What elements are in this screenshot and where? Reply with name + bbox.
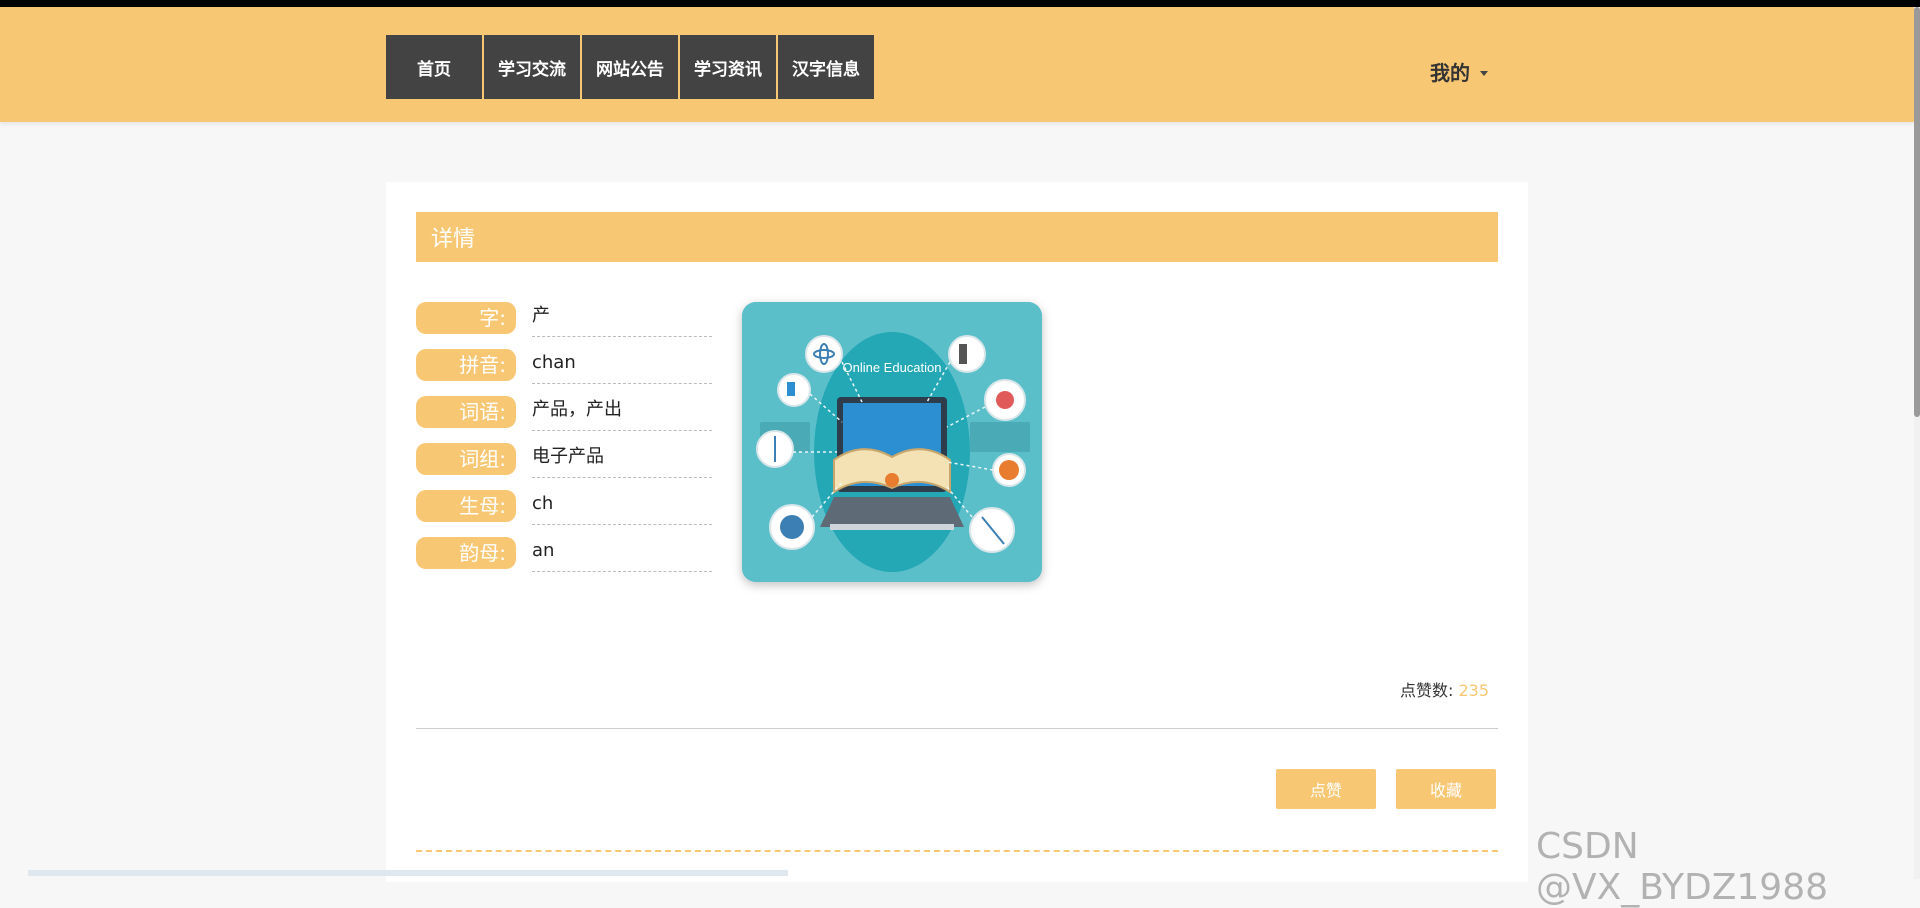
main-nav: 首页 学习交流 网站公告 学习资讯 汉字信息 (386, 35, 874, 99)
horizontal-scrollbar[interactable] (28, 870, 788, 876)
field-label: 韵母: (416, 537, 516, 569)
field-label: 拼音: (416, 349, 516, 381)
section-title: 详情 (416, 212, 1498, 262)
field-value: 电子产品 (532, 443, 712, 478)
field-character: 字: 产 (416, 302, 716, 342)
nav-study-exchange[interactable]: 学习交流 (484, 35, 580, 99)
field-value: 产 (532, 302, 712, 337)
nav-announcements[interactable]: 网站公告 (582, 35, 678, 99)
image-caption: Online Education (842, 360, 941, 375)
scrollbar-thumb[interactable] (1914, 7, 1920, 417)
nav-character-info[interactable]: 汉字信息 (778, 35, 874, 99)
field-value: 产品，产出 (532, 396, 712, 431)
field-initial: 生母: ch (416, 490, 716, 530)
header: 首页 学习交流 网站公告 学习资讯 汉字信息 我的 (0, 7, 1914, 122)
likes-label: 点赞数: (1400, 681, 1454, 700)
character-image: Online Education (742, 302, 1042, 582)
field-value: an (532, 537, 712, 572)
likes-count: 235 (1458, 681, 1490, 700)
field-value: ch (532, 490, 712, 525)
field-final: 韵母: an (416, 537, 716, 577)
detail-card: 详情 字: 产 拼音: chan 词语: 产品，产出 词组: 电子产品 生母: … (386, 182, 1528, 882)
top-border (0, 0, 1920, 7)
field-pinyin: 拼音: chan (416, 349, 716, 389)
watermark-text: CSDN @VX_BYDZ1988 (1536, 826, 1829, 908)
divider (416, 728, 1498, 729)
caret-down-icon (1480, 71, 1488, 76)
field-words: 词语: 产品，产出 (416, 396, 716, 436)
field-label: 词组: (416, 443, 516, 475)
nav-study-news[interactable]: 学习资讯 (680, 35, 776, 99)
field-label: 生母: (416, 490, 516, 522)
online-education-illustration: Online Education (742, 302, 1042, 582)
dashed-divider (416, 850, 1498, 852)
likes-counter: 点赞数: 235 (1400, 677, 1489, 701)
my-menu[interactable]: 我的 (1430, 57, 1488, 86)
like-button[interactable]: 点赞 (1276, 769, 1376, 809)
vertical-scrollbar[interactable] (1914, 7, 1920, 879)
my-menu-label: 我的 (1430, 61, 1470, 85)
favorite-button[interactable]: 收藏 (1396, 769, 1496, 809)
field-value: chan (532, 349, 712, 384)
nav-home[interactable]: 首页 (386, 35, 482, 99)
field-label: 字: (416, 302, 516, 334)
field-phrases: 词组: 电子产品 (416, 443, 716, 483)
field-label: 词语: (416, 396, 516, 428)
